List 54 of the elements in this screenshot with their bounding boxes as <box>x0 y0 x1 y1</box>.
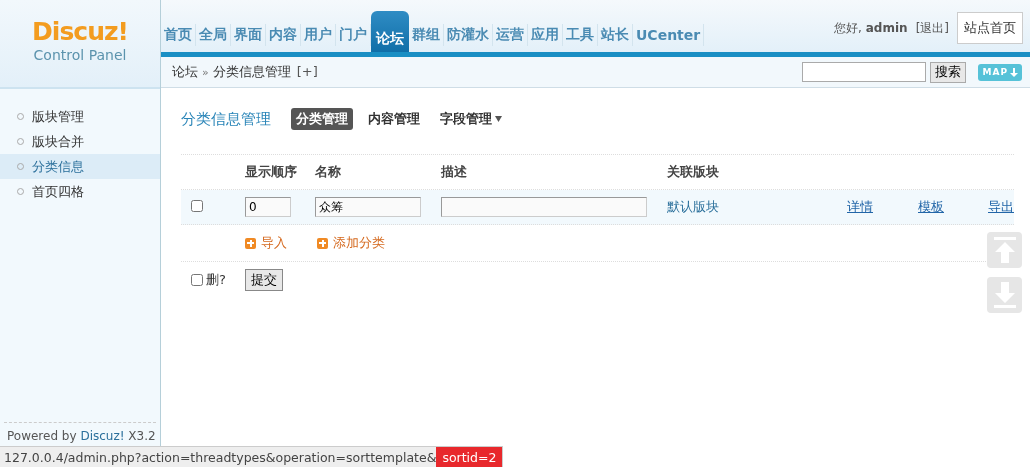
sidebar-item[interactable]: 版块合并 <box>0 129 160 154</box>
nav-tab[interactable]: 界面 <box>231 24 266 46</box>
column-header: 显示顺序 <box>245 163 298 181</box>
add-shortcut-link[interactable]: [+] <box>296 64 318 79</box>
nav-tab[interactable]: 防灌水 <box>444 24 493 46</box>
logo-name: Discuz! <box>32 18 128 46</box>
plus-icon <box>317 237 328 249</box>
nav-tab[interactable]: 用户 <box>301 24 336 46</box>
nav-tab[interactable]: 论坛 <box>371 11 409 52</box>
plus-icon <box>245 237 256 249</box>
nav-tab[interactable]: 内容 <box>266 24 301 46</box>
logo-subtitle: Control Panel <box>33 46 127 64</box>
name-field[interactable]: 众筹 <box>315 197 421 217</box>
nav-tab[interactable]: 站长 <box>598 24 633 46</box>
highlighted-param: sortid=2 <box>436 447 503 467</box>
page-title: 分类信息管理 <box>181 109 271 129</box>
add-link[interactable]: 导入 <box>245 234 287 252</box>
discuz-link[interactable]: Discuz! <box>80 429 125 443</box>
delete-checkbox[interactable] <box>191 274 203 286</box>
forum-link[interactable]: 默认版块 <box>667 198 847 216</box>
nav-tab[interactable]: 首页 <box>161 24 196 46</box>
order-field[interactable]: 0 <box>245 197 291 217</box>
page-tab[interactable]: 内容管理 <box>363 108 425 130</box>
greeting-text: 您好, admin <box>834 19 908 37</box>
arrow-down-icon <box>993 282 1016 308</box>
action-link[interactable]: 模板 <box>918 198 988 216</box>
action-link[interactable]: 导出 <box>988 198 1030 216</box>
column-header: 描述 <box>441 163 468 181</box>
row-checkbox[interactable] <box>191 199 203 212</box>
submit-button[interactable]: 提交 <box>245 269 283 291</box>
nav-tab[interactable]: UCenter <box>633 24 705 46</box>
logout-link[interactable]: [退出] <box>915 19 949 37</box>
sidebar-item[interactable]: 首页四格 <box>0 179 160 204</box>
page-tab[interactable]: 字段管理 <box>435 108 507 130</box>
column-header: 关联版块 <box>667 163 720 181</box>
site-home-button[interactable]: 站点首页 <box>957 12 1023 44</box>
column-header: 名称 <box>315 163 342 181</box>
page-tab[interactable]: 分类管理 <box>291 108 353 130</box>
sidebar-item[interactable]: 版块管理 <box>0 104 160 129</box>
nav-tab[interactable]: 群组 <box>409 24 444 46</box>
add-link[interactable]: 添加分类 <box>317 234 385 252</box>
action-link[interactable]: 详情 <box>847 198 918 216</box>
search-button[interactable]: 搜索 <box>930 61 967 83</box>
nav-tab[interactable]: 应用 <box>528 24 563 46</box>
breadcrumb: 论坛 » 分类信息管理 [+] <box>172 63 318 81</box>
delete-text: 删? <box>206 271 226 289</box>
search-field[interactable] <box>802 62 927 82</box>
nav-tab[interactable]: 工具 <box>563 24 598 46</box>
arrow-up-icon <box>993 237 1016 263</box>
nav-tab[interactable]: 运营 <box>493 24 528 46</box>
nav-tab[interactable]: 全局 <box>196 24 231 46</box>
sidebar-item[interactable]: 分类信息 <box>0 154 160 179</box>
description-field[interactable] <box>441 197 647 217</box>
down-arrow-icon <box>1010 67 1018 77</box>
